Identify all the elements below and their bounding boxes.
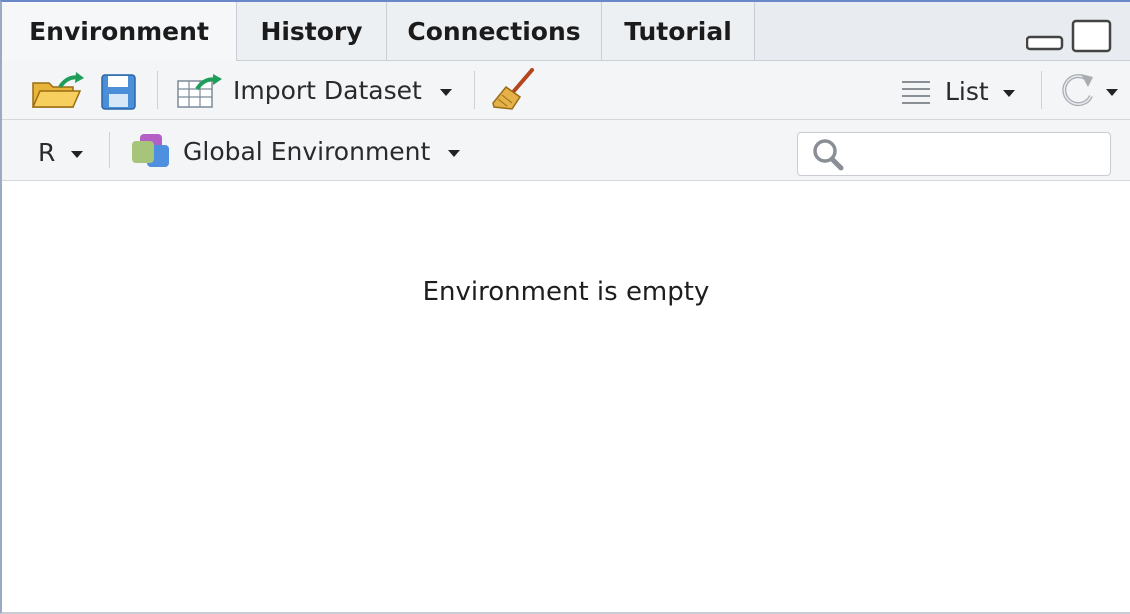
empty-environment-message: Environment is empty — [422, 277, 710, 307]
environment-layers-icon — [132, 134, 169, 167]
list-lines-icon — [902, 81, 930, 104]
open-folder-icon — [31, 72, 84, 108]
search-icon — [813, 139, 844, 171]
tab-environment[interactable]: Environment — [2, 2, 237, 61]
chevron-down-icon — [71, 150, 84, 158]
chevron-down-icon — [439, 88, 452, 96]
chevron-down-icon — [1002, 89, 1015, 97]
refresh-icon — [1062, 74, 1093, 107]
toolbar-separator — [474, 71, 475, 109]
maximize-icon — [1071, 19, 1112, 53]
tab-history[interactable]: History — [237, 2, 387, 60]
import-table-icon — [177, 74, 222, 108]
toolbar-separator — [157, 71, 158, 109]
minimize-pane-button[interactable] — [1025, 34, 1064, 52]
save-workspace-button[interactable] — [100, 73, 138, 111]
tab-history-label: History — [260, 16, 363, 46]
environment-pane: Environment History Connections Tutorial — [0, 0, 1130, 614]
tab-connections-label: Connections — [407, 16, 581, 46]
view-mode-label: List — [945, 76, 989, 106]
toolbar-separator — [109, 132, 110, 168]
tab-connections[interactable]: Connections — [387, 2, 602, 60]
import-dataset-button[interactable]: Import Dataset — [175, 69, 452, 111]
view-mode-dropdown[interactable]: List — [900, 71, 1015, 111]
scope-bar: R Global Environment — [2, 120, 1130, 181]
clear-workspace-button[interactable] — [492, 67, 536, 111]
chevron-down-icon — [448, 149, 461, 157]
tab-environment-label: Environment — [29, 17, 209, 46]
tab-tutorial[interactable]: Tutorial — [602, 2, 755, 60]
broom-icon — [492, 68, 534, 110]
maximize-pane-button[interactable] — [1071, 18, 1113, 54]
minimize-icon — [1025, 35, 1064, 51]
save-icon — [101, 74, 136, 110]
language-dropdown[interactable]: R — [38, 132, 84, 172]
environment-dropdown[interactable]: Global Environment — [130, 130, 461, 172]
environment-toolbar: Import Dataset List — [2, 61, 1130, 120]
search-input[interactable] — [848, 137, 1102, 171]
tab-tutorial-label: Tutorial — [624, 16, 732, 46]
tab-bar: Environment History Connections Tutorial — [2, 2, 1130, 61]
environment-label: Global Environment — [183, 136, 431, 166]
search-box[interactable] — [797, 132, 1111, 176]
refresh-button[interactable] — [1058, 69, 1118, 111]
chevron-down-icon — [1106, 88, 1118, 96]
language-label: R — [38, 137, 56, 167]
load-workspace-button[interactable] — [30, 71, 86, 111]
import-dataset-label: Import Dataset — [233, 75, 422, 105]
toolbar-separator — [1041, 71, 1042, 109]
